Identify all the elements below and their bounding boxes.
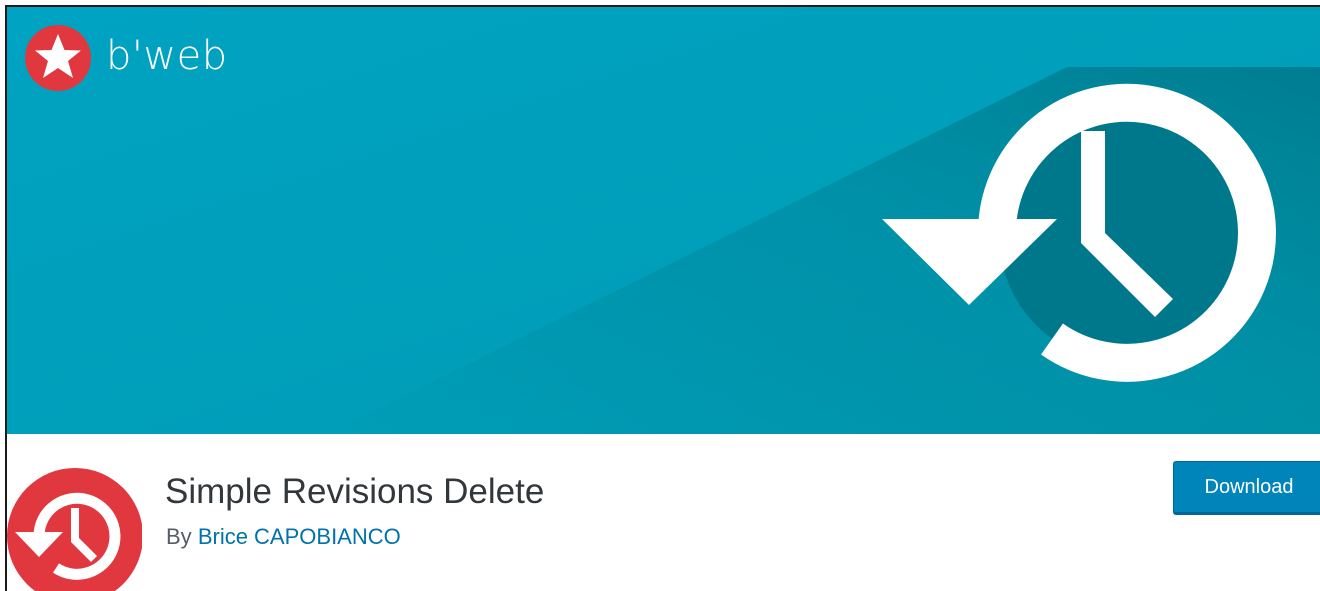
author-link[interactable]: Brice CAPOBIANCO — [198, 524, 401, 549]
history-clock-icon — [7, 468, 142, 591]
frame-border-top — [5, 5, 1320, 7]
brand-name: b'web — [106, 33, 228, 79]
plugin-page: b'web Simple Revisions Delete By Brice C… — [0, 0, 1320, 591]
plugin-icon — [7, 458, 142, 591]
plugin-byline: By Brice CAPOBIANCO — [166, 522, 401, 552]
plugin-banner: b'web — [7, 7, 1320, 434]
plugin-title: Simple Revisions Delete — [165, 472, 545, 511]
byline-prefix: By — [166, 524, 192, 549]
star-icon — [25, 25, 91, 91]
history-clock-icon — [882, 83, 1276, 382]
brand: b'web — [22, 22, 228, 94]
download-button[interactable]: Download — [1173, 461, 1320, 513]
